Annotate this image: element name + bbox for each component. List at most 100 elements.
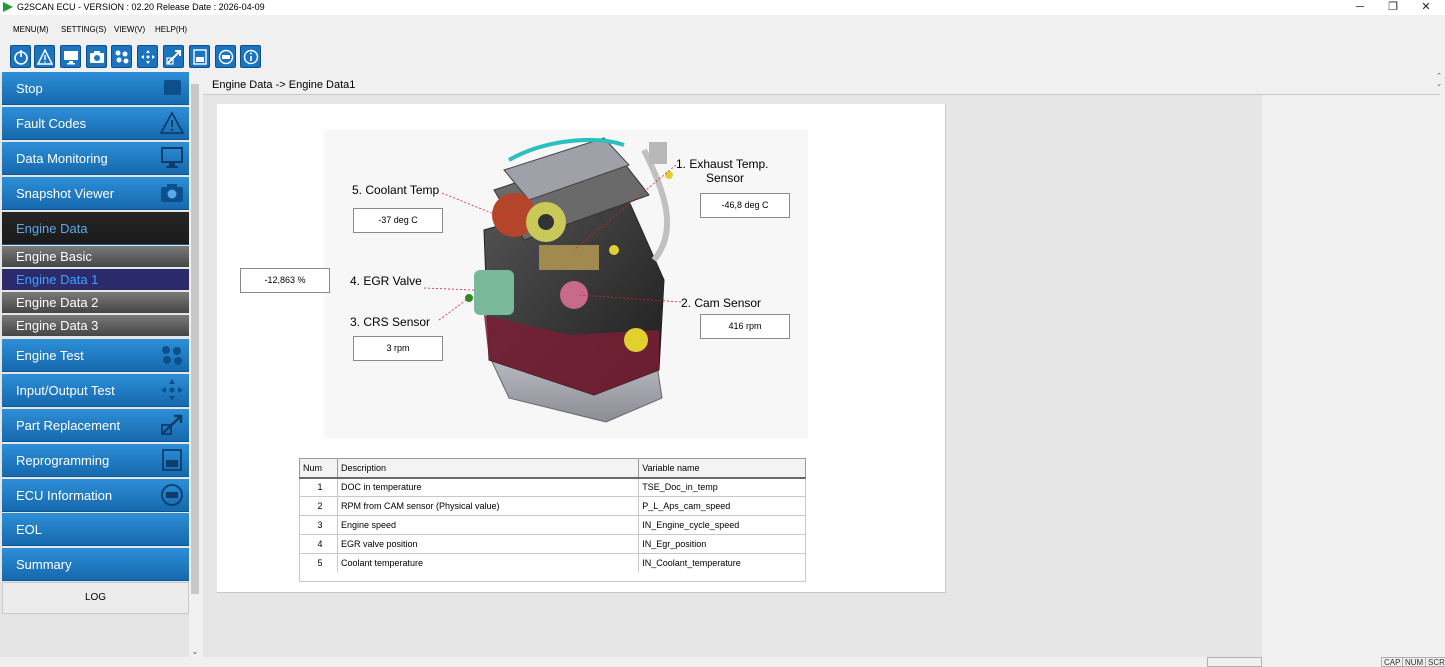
sidebar-item-data-monitoring[interactable]: Data Monitoring xyxy=(2,142,189,175)
info-icon xyxy=(243,49,259,65)
camera-icon xyxy=(161,184,183,202)
sidebar-subitem-label: Engine Basic xyxy=(16,249,92,264)
exhaust-temp-value: -46,8 deg C xyxy=(700,193,790,218)
restore-button[interactable]: ❐ xyxy=(1378,0,1408,15)
sidebar-item-label: EOL xyxy=(16,522,43,537)
sidebar-subitem-engine-data-3[interactable]: Engine Data 3 xyxy=(2,315,189,336)
table-cell: Engine speed xyxy=(336,515,640,535)
breadcrumb-bar: Engine Data -> Engine Data1 xyxy=(203,72,1440,95)
sidebar-item-label: Part Replacement xyxy=(16,418,121,433)
sidebar-item-reprogramming[interactable]: Reprogramming xyxy=(2,444,189,477)
sidebar-item-eol[interactable]: EOL xyxy=(2,513,189,546)
sidebar-item-label: ECU Information xyxy=(16,488,113,503)
scrollbar-thumb[interactable] xyxy=(191,84,199,594)
exhaust-temp-label-line2: Sensor xyxy=(706,171,745,185)
status-cap: CAP xyxy=(1381,657,1404,667)
table-row: 4 EGR valve position IN_Egr_position xyxy=(299,534,806,554)
part-replace-icon xyxy=(161,414,183,435)
sidebar-item-label: Engine Test xyxy=(16,348,84,363)
table-cell: 3 xyxy=(299,515,338,535)
menu-item-help[interactable]: HELP(H) xyxy=(155,25,187,34)
window-title: G2SCAN ECU - VERSION : 02.20 Release Dat… xyxy=(17,2,265,12)
toolbar-io-test-button[interactable] xyxy=(137,45,158,68)
toolbar-ecu-button[interactable] xyxy=(215,45,236,68)
toolbar-snapshot-button[interactable] xyxy=(86,45,107,68)
chevron-down-icon[interactable]: ⌄ xyxy=(1433,80,1445,88)
toolbar-part-replace-button[interactable] xyxy=(163,45,184,68)
table-cell: TSE_Doc_in_temp xyxy=(638,477,806,497)
cam-sensor-value: 416 rpm xyxy=(700,314,790,339)
power-icon xyxy=(14,50,28,65)
monitor-icon xyxy=(64,51,78,65)
close-button[interactable]: ✕ xyxy=(1411,0,1441,15)
toolbar-info-button[interactable] xyxy=(240,45,261,68)
sidebar-item-snapshot-viewer[interactable]: Snapshot Viewer xyxy=(2,177,189,210)
sidebar-subitem-engine-data-2[interactable]: Engine Data 2 xyxy=(2,292,189,313)
io-arrows-icon xyxy=(141,50,155,64)
engine-test-icon xyxy=(162,346,182,365)
toolbar xyxy=(0,43,1445,70)
sidebar-subitem-engine-basic[interactable]: Engine Basic xyxy=(2,246,189,267)
coolant-temp-label: 5. Coolant Temp xyxy=(352,183,440,197)
sidebar-subitem-label: Engine Data 3 xyxy=(16,318,99,333)
egr-valve-label: 4. EGR Valve xyxy=(350,274,422,288)
table-cell: IN_Egr_position xyxy=(638,534,806,554)
sidebar-item-label: Data Monitoring xyxy=(16,151,108,166)
table-cell: DOC in temperature xyxy=(336,477,640,497)
sidebar-scrollbar[interactable]: ⌄ xyxy=(189,72,201,657)
warning-icon xyxy=(159,111,185,134)
sidebar-subitem-label: Engine Data 1 xyxy=(16,272,99,287)
camera-icon xyxy=(90,51,104,63)
table-header-row: Num Description Variable name xyxy=(299,458,806,479)
toolbar-fault-button[interactable] xyxy=(34,45,55,68)
chevron-down-icon[interactable]: ⌄ xyxy=(189,647,201,657)
table-cell: Coolant temperature xyxy=(336,553,640,573)
sidebar-item-label: Input/Output Test xyxy=(16,383,115,398)
title-bar: G2SCAN ECU - VERSION : 02.20 Release Dat… xyxy=(0,0,1445,15)
table-cell: IN_Engine_cycle_speed xyxy=(638,515,806,535)
toolbar-stop-button[interactable] xyxy=(10,45,31,68)
variable-table: Num Description Variable name 1 DOC in t… xyxy=(299,458,806,573)
minimize-button[interactable]: ─ xyxy=(1345,0,1375,15)
table-cell: 2 xyxy=(299,496,338,516)
sidebar-item-summary[interactable]: Summary xyxy=(2,548,189,581)
toolbar-monitor-button[interactable] xyxy=(60,45,81,68)
sidebar-item-label: Reprogramming xyxy=(16,453,110,468)
chevron-up-icon[interactable]: ⌃ xyxy=(1433,72,1445,80)
menu-bar: MENU(M) SETTING(S) VIEW(V) HELP(H) xyxy=(0,22,1445,38)
menu-item-menu[interactable]: MENU(M) xyxy=(13,25,49,34)
table-row: 3 Engine speed IN_Engine_cycle_speed xyxy=(299,515,806,535)
sidebar-item-part-replacement[interactable]: Part Replacement xyxy=(2,409,189,442)
sidebar-item-stop[interactable]: Stop xyxy=(2,72,189,105)
sidebar-subitem-engine-data-1[interactable]: Engine Data 1 xyxy=(2,269,189,290)
toolbar-engine-test-button[interactable] xyxy=(111,45,132,68)
sidebar-item-ecu-information[interactable]: ECU Information xyxy=(2,479,189,512)
table-footer xyxy=(299,572,806,582)
reprogram-icon xyxy=(162,449,182,471)
exhaust-temp-label: 1. Exhaust Temp. Sensor xyxy=(676,157,769,185)
coolant-temp-value: -37 deg C xyxy=(353,208,443,233)
right-pane xyxy=(1262,95,1440,657)
app-logo-icon xyxy=(3,2,13,12)
cam-sensor-label: 2. Cam Sensor xyxy=(681,296,762,310)
log-button[interactable]: LOG xyxy=(2,582,189,614)
table-row: 5 Coolant temperature IN_Coolant_tempera… xyxy=(299,553,806,573)
menu-item-setting[interactable]: SETTING(S) xyxy=(61,25,106,34)
sidebar-item-engine-data[interactable]: Engine Data xyxy=(2,212,189,245)
table-cell: 4 xyxy=(299,534,338,554)
sidebar-item-label: Fault Codes xyxy=(16,116,87,131)
status-pane-blank xyxy=(1207,657,1262,667)
sidebar-item-input-output-test[interactable]: Input/Output Test xyxy=(2,374,189,407)
table-row: 2 RPM from CAM sensor (Physical value) P… xyxy=(299,496,806,516)
sidebar-item-fault-codes[interactable]: Fault Codes xyxy=(2,107,189,140)
sidebar-item-engine-test[interactable]: Engine Test xyxy=(2,339,189,372)
toolbar-reprogram-button[interactable] xyxy=(189,45,210,68)
sidebar: Stop Fault Codes Data Monitoring Snapsho… xyxy=(0,72,189,667)
status-bar: CAP NUM SCRL xyxy=(0,657,1445,667)
main-scrollbar[interactable]: ⌃ ⌄ xyxy=(1433,72,1445,96)
sidebar-item-label: Engine Data xyxy=(16,221,88,236)
menu-item-view[interactable]: VIEW(V) xyxy=(114,25,145,34)
status-num: NUM xyxy=(1402,657,1427,667)
breadcrumb: Engine Data -> Engine Data1 xyxy=(212,79,356,91)
exhaust-temp-label-line1: 1. Exhaust Temp. xyxy=(676,157,769,171)
